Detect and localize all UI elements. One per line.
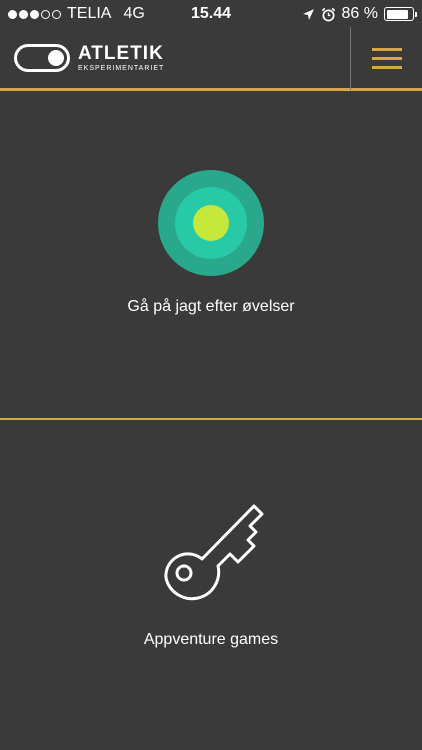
hunt-exercises-button[interactable]: Gå på jagt efter øvelser — [0, 94, 422, 420]
brand-text: ATLETIK EKSPERIMENTARIET — [78, 44, 164, 72]
menu-line — [371, 56, 402, 60]
app-header: ATLETIK EKSPERIMENTARIET — [0, 26, 422, 91]
signal-dot — [19, 9, 28, 19]
location-arrow-icon — [302, 8, 314, 20]
toggle-logo-icon — [14, 44, 70, 72]
appventure-games-button[interactable]: Appventure games — [0, 420, 422, 750]
alarm-icon — [321, 7, 335, 21]
battery-fill — [386, 9, 408, 19]
status-right: 86 % — [302, 5, 417, 23]
menu-line — [371, 47, 402, 51]
brand-title: ATLETIK — [78, 43, 164, 64]
status-left: TELIA 4G — [8, 5, 145, 23]
target-icon — [158, 170, 264, 276]
battery-percent: 86 % — [341, 5, 378, 22]
signal-dot — [41, 9, 50, 19]
brand-subtitle: EKSPERIMENTARIET — [78, 65, 165, 72]
signal-dot — [52, 9, 61, 19]
signal-strength-icon — [8, 9, 61, 19]
appventure-games-label: Appventure games — [143, 631, 279, 648]
key-icon — [164, 504, 264, 601]
menu-line — [371, 65, 402, 69]
brand-logo[interactable]: ATLETIK EKSPERIMENTARIET — [0, 44, 350, 72]
carrier-name: TELIA — [67, 5, 112, 22]
toggle-knob — [48, 50, 64, 66]
signal-dot — [30, 9, 39, 19]
status-bar: TELIA 4G 15.44 86 % — [0, 0, 422, 28]
hamburger-menu-icon[interactable] — [350, 26, 422, 90]
hunt-exercises-label: Gå på jagt efter øvelser — [127, 298, 295, 315]
network-type: 4G — [123, 5, 145, 22]
signal-dot — [8, 9, 17, 19]
battery-icon — [384, 7, 417, 21]
